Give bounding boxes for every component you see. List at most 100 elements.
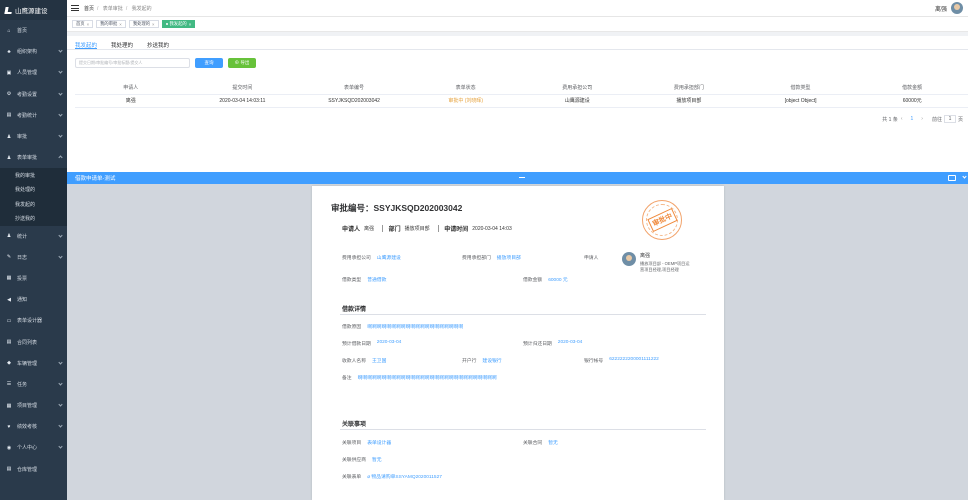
sidebar-item-b1[interactable]: ✎ 日志 (0, 247, 67, 268)
dept-label: 部门 (388, 227, 401, 233)
minimize-icon[interactable] (519, 177, 525, 179)
export-button[interactable]: ⊕ 导出 (228, 58, 256, 68)
close-icon[interactable]: × (87, 22, 90, 27)
search-button[interactable]: 查询 (195, 58, 223, 68)
print-icon[interactable] (948, 175, 956, 181)
sidebar-item-b5[interactable]: ▤ 合同列表 (0, 331, 67, 352)
breadcrumb-form-approval[interactable]: 表单审批 (103, 6, 123, 12)
tags-view: 首页 × 我的审批 × 我处理的 × 我发起的 × (67, 17, 968, 32)
sidebar-item-b11[interactable]: ▤ 仓库管理 (0, 459, 67, 480)
field-label: 银行帐号 (584, 359, 604, 364)
user-menu[interactable]: 离强 (935, 2, 963, 14)
field-label: 关联项目 (342, 441, 362, 446)
sidebar-item-b9[interactable]: ♥ 绩效考核 (0, 416, 67, 437)
tag-my-initiated[interactable]: 我发起的 × (161, 20, 196, 28)
tag-home[interactable]: 首页 × (72, 20, 94, 28)
applicant-card: 离强 播放项目部 - OEMP项目运营项目经理,项目经理 (622, 252, 692, 272)
field-payee: 收款人名称 王卫国 (342, 357, 386, 364)
megaphone-icon: ◀ (7, 296, 11, 303)
sidebar-item-a1[interactable]: ♣ 组织架构 (0, 41, 67, 62)
field-loan-date: 预计借款日期 2020-03-04 (342, 340, 401, 347)
warehouse-icon: ▤ (6, 466, 12, 473)
goto-label: 前往 (931, 116, 942, 123)
list-icon: ☰ (6, 381, 12, 388)
sidebar-item-a3[interactable]: ⚙ 考勤设置 (0, 84, 67, 105)
chevron-down-icon (58, 360, 63, 365)
sidebar-item-label: 统计 (17, 233, 28, 240)
field-related-form: 关联表单 ⌀ 物品请购单SSYAMQ2020011527 (342, 473, 442, 480)
sidebar-item-a0[interactable]: ⌂ 首页 (0, 20, 67, 41)
sidebar-item-b8[interactable]: ▦ 项目管理 (0, 395, 67, 416)
field-account: 银行帐号 6222222200001111222 (584, 357, 659, 364)
field-label: 申请人 (584, 256, 599, 261)
page-number[interactable]: 1 (911, 116, 914, 122)
grid-icon: ▦ (6, 402, 12, 409)
breadcrumb: 首页 / 表单审批 / 我发起的 (84, 5, 152, 12)
field-cost-dept: 费用承担部门 播放项目部 (462, 254, 521, 261)
tag-my-handled[interactable]: 我处理的 × (128, 20, 159, 28)
sidebar-item-b6[interactable]: ◆ 车辆管理 (0, 353, 67, 374)
sidebar-item-b3[interactable]: ◀ 通知 (0, 289, 67, 310)
chevron-down-icon (58, 112, 63, 117)
field-value: 建设银行 (482, 359, 502, 364)
applicant-label: 申请人 (342, 227, 361, 233)
field-amount: 借款金额 60000 元 (523, 276, 568, 283)
related-form-link[interactable]: ⌀ 物品请购单SSYAMQ2020011527 (367, 473, 442, 480)
search-input[interactable]: 提交日期/审批编号/审批标题/提交人 (75, 58, 190, 68)
goto-page-input[interactable]: 1 (943, 115, 956, 123)
field-label: 借款原因 (342, 325, 362, 330)
avatar[interactable] (951, 2, 963, 14)
tab-cc[interactable]: 抄送我的 (147, 36, 169, 49)
field-label: 预计借款日期 (342, 342, 371, 347)
close-icon[interactable]: × (152, 22, 155, 27)
next-page-icon[interactable]: › (921, 116, 923, 122)
table-cell: [object Object] (744, 94, 857, 108)
sidebar-item-a6[interactable]: ♟ 表单审批 (0, 147, 67, 168)
sidebar-item-label: 绩效考核 (17, 424, 38, 431)
tag-my-approval[interactable]: 我的审批 × (96, 20, 126, 28)
approval-meta: 申请人 离强 部门 播放项目部 申请时间 2020-03-04 14:03 (342, 224, 518, 233)
tag-label: 我发起的 (169, 21, 187, 26)
chevron-down-icon (58, 402, 63, 407)
sidebar-item-a4[interactable]: ▤ 考勤统计 (0, 105, 67, 126)
sidebar-subitem[interactable]: 抄送我的 (0, 211, 67, 226)
close-icon[interactable]: × (189, 22, 192, 27)
table-row[interactable]: 离强 2020-03-04 14:03:11 SSYJKSQD202003042 审批… (75, 94, 968, 108)
sidebar-item-b4[interactable]: ▭ 表单设计器 (0, 310, 67, 331)
sidebar-item-a5[interactable]: ♟ 审批 (0, 126, 67, 147)
field-value: 普通借款 (367, 278, 387, 283)
close-icon[interactable]: × (119, 22, 122, 27)
table-cell: 播放项目部 (633, 94, 745, 108)
column-header: 表单编号 (298, 81, 410, 95)
app-logo[interactable]: 山鹰源建设 (0, 0, 67, 20)
table-cell: 离强 (75, 94, 187, 108)
chevron-down-icon (58, 444, 63, 449)
sidebar-item-a2[interactable]: ▣ 人员管理 (0, 62, 67, 83)
field-loan-type: 借款类型 普通借款 (342, 276, 386, 283)
field-value[interactable]: 表单设计器 (367, 439, 391, 446)
form-icon: ▭ (6, 317, 12, 324)
tab-handled[interactable]: 我处理的 (111, 36, 133, 49)
sidebar-subitem[interactable]: 我的审批 (0, 168, 67, 183)
sidebar-item-b2[interactable]: ▦ 投票 (0, 268, 67, 289)
app-title: 山鹰源建设 (15, 8, 48, 15)
field-return-date: 预计归还日期 2020-03-04 (523, 340, 582, 347)
prev-page-icon[interactable]: ‹ (901, 116, 903, 122)
total-count: 共 1 条 (882, 116, 898, 123)
tab-initiated[interactable]: 我发起的 (75, 36, 98, 49)
sidebar-subitem[interactable]: 我发起的 (0, 196, 67, 212)
field-reason: 借款原因 啊啊啊啊啊啊啊啊啊啊啊啊啊啊啊啊啊啊啊啊 (342, 323, 463, 330)
main-panel: 我发起的 我处理的 抄送我的 提交日期/审批编号/审批标题/提交人 查询 ⊕ 导… (67, 36, 968, 172)
sidebar-item-b0[interactable]: ♟ 统计 (0, 226, 67, 247)
settings-icon: ⚙ (6, 91, 12, 98)
user-icon: ♟ (6, 133, 12, 140)
sidebar-item-b10[interactable]: ◉ 个人中心 (0, 437, 67, 458)
field-value[interactable]: 山鹰源建设 (377, 254, 401, 261)
field-value[interactable]: 播放项目部 (497, 254, 521, 261)
breadcrumb-home[interactable]: 首页 (84, 6, 94, 12)
sidebar-item-b7[interactable]: ☰ 任务 (0, 374, 67, 395)
field-value: 王卫国 (372, 359, 387, 364)
sidebar-subitem[interactable]: 我处理的 (0, 182, 67, 197)
hamburger-menu-icon[interactable] (71, 4, 79, 13)
chevron-down-icon[interactable] (962, 174, 967, 179)
